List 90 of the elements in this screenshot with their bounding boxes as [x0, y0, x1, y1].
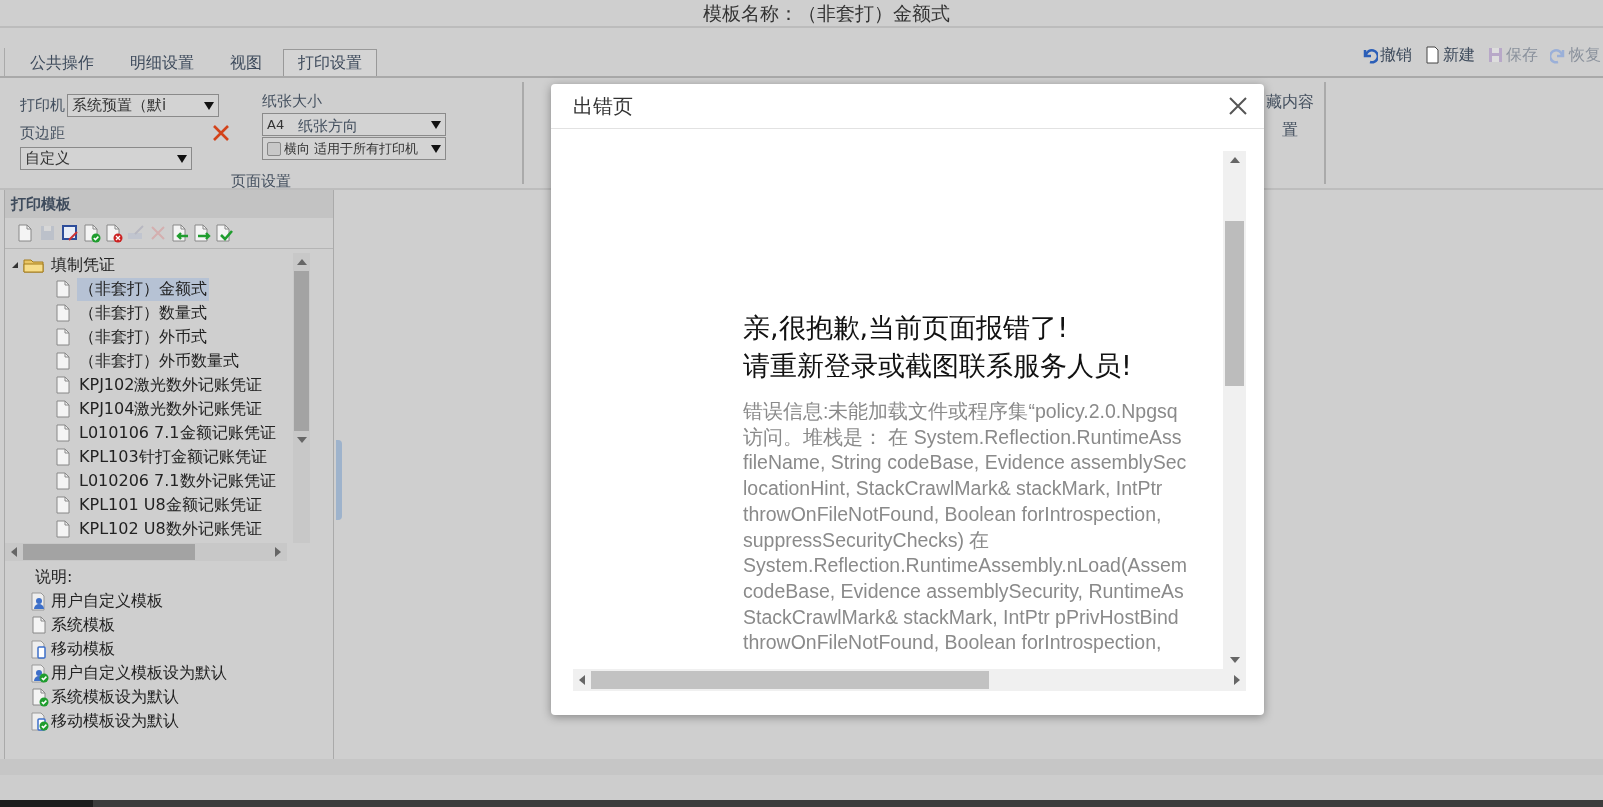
tab[interactable]: 公共操作: [15, 49, 109, 76]
caret-icon: [204, 101, 214, 110]
error-detail-text: codeBase, Evidence assemblySecurity, RuntimeAs: [743, 578, 1185, 604]
caret-icon: [177, 154, 187, 163]
paper-size-label: 纸张大小: [262, 92, 323, 112]
tree-item[interactable]: （非套打）外币式: [77, 325, 209, 349]
tree-item[interactable]: KPJ102激光数外记账凭证: [77, 373, 265, 397]
document-icon: [55, 472, 71, 490]
window-title: 模板名称：（非套打）金额式: [703, 2, 950, 24]
scrollbar[interactable]: [293, 253, 310, 543]
dialog-title: 出错页: [573, 92, 633, 120]
document-icon: [55, 520, 71, 538]
caret-icon: [431, 120, 441, 129]
tree-item[interactable]: 填制凭证: [49, 253, 117, 277]
tree-item[interactable]: KPL103针打金额记账凭证: [77, 445, 269, 469]
margin-dropdown[interactable]: 自定义: [20, 147, 192, 170]
error-detail-text: locationHint, StackCrawlMark& stackMark, IntPtr: [743, 476, 1164, 502]
scrollbar[interactable]: [5, 543, 287, 561]
document-check-icon[interactable]: [83, 224, 101, 243]
save-icon: [1487, 46, 1504, 64]
error-detail-text: System.Reflection.RuntimeAssembly.nLoad(Assem: [743, 553, 1188, 579]
tree-item[interactable]: L010106 7.1金额记账凭证: [77, 421, 278, 445]
error-detail-text: 访问。堆栈是： 在 System.Reflection.RuntimeAss: [743, 424, 1183, 450]
document-icon: [55, 352, 71, 370]
document-arrow-left-icon[interactable]: [171, 224, 189, 243]
caret-icon: [431, 144, 441, 153]
tree-item[interactable]: KPL101 U8金额记账凭证: [77, 493, 264, 517]
document-icon: [55, 328, 71, 346]
section-label: 页面设置: [230, 172, 292, 191]
tab[interactable]: 明细设置: [115, 49, 209, 76]
document-icon: [55, 424, 71, 442]
document-icon: [55, 280, 71, 298]
document-check-icon: [31, 687, 49, 707]
tree-item[interactable]: （非套打）金额式: [77, 277, 209, 301]
error-detail-text: suppressSecurityChecks) 在: [743, 527, 991, 553]
splitter-handle[interactable]: [336, 440, 342, 520]
printer-label: 打印机: [20, 96, 65, 116]
document-icon: [55, 496, 71, 514]
tree-item[interactable]: KPJ104激光数外记账凭证: [77, 397, 265, 421]
document-arrow-right-icon[interactable]: [193, 224, 211, 243]
document-icon: [1424, 46, 1441, 64]
redo-icon: [1550, 46, 1567, 64]
printer-dropdown[interactable]: 系统预置（默i: [67, 94, 219, 118]
document-icon: [55, 376, 71, 394]
undo-icon: [1361, 46, 1378, 64]
user-document-check-icon: [31, 663, 49, 683]
expand-toggle-icon[interactable]: [11, 261, 19, 269]
error-headline: 请重新登录或截图联系服务人员!: [743, 349, 1133, 383]
scrollbar[interactable]: [573, 669, 1246, 691]
legend-text: 系统模板: [51, 614, 115, 636]
document-icon: [55, 400, 71, 418]
document-check-icon[interactable]: [215, 224, 233, 243]
tree-item[interactable]: （非套打）数量式: [77, 301, 209, 325]
document-icon: [55, 448, 71, 466]
tab[interactable]: 视图: [215, 49, 277, 76]
phone-document-icon: [31, 639, 49, 659]
orientation-label: 纸张方向: [298, 117, 358, 136]
edit-icon[interactable]: [61, 224, 79, 243]
document-icon: [31, 615, 49, 635]
option-label: 藏内容: [1266, 91, 1315, 113]
document-icon: [55, 304, 71, 322]
phone-document-check-icon: [31, 711, 49, 731]
toolbar-button[interactable]: 新建: [1424, 44, 1475, 66]
printer-scope-dropdown[interactable]: 横向 适用于所有打印机: [262, 137, 446, 160]
document-icon[interactable]: [17, 224, 35, 243]
legend-text: 移动模板设为默认: [51, 710, 179, 732]
scrollbar[interactable]: [1223, 151, 1246, 669]
error-detail-text: throwOnFileNotFound, Boolean forIntrospection,: [743, 630, 1163, 656]
checkbox[interactable]: [267, 141, 281, 156]
tab[interactable]: 打印设置: [283, 49, 377, 76]
option-label: 置: [1281, 119, 1299, 141]
tree-item[interactable]: KPL102 U8数外记账凭证: [77, 517, 264, 541]
legend-text: 用户自定义模板: [51, 590, 163, 612]
error-detail-text: fileName, String codeBase, Evidence assemblySec: [743, 450, 1188, 476]
folder-icon: [23, 257, 45, 273]
legend-text: 用户自定义模板设为默认: [51, 662, 227, 684]
margin-label: 页边距: [20, 123, 65, 143]
toolbar-button[interactable]: 撤销: [1361, 44, 1412, 66]
tree-item[interactable]: （非套打）外币数量式: [77, 349, 241, 373]
legend-title: 说明:: [34, 566, 74, 588]
error-detail-text: throwOnFileNotFound, Boolean forIntrospection,: [743, 501, 1163, 527]
close-icon[interactable]: [1228, 96, 1248, 116]
error-detail-text: 错误信息:未能加载文件或程序集“policy.2.0.Npgsq: [743, 399, 1179, 424]
tree-item[interactable]: L010206 7.1数外记账凭证: [77, 469, 278, 493]
panel-title: 打印模板: [5, 190, 333, 218]
error-headline: 亲,很抱歉,当前页面报错了!: [743, 311, 1069, 345]
legend-text: 系统模板设为默认: [51, 686, 179, 708]
document-delete-icon[interactable]: [105, 224, 123, 243]
legend-text: 移动模板: [51, 638, 115, 660]
error-detail-text: StackCrawlMark& stackMark, IntPtr pPrivHostBind: [743, 604, 1180, 630]
